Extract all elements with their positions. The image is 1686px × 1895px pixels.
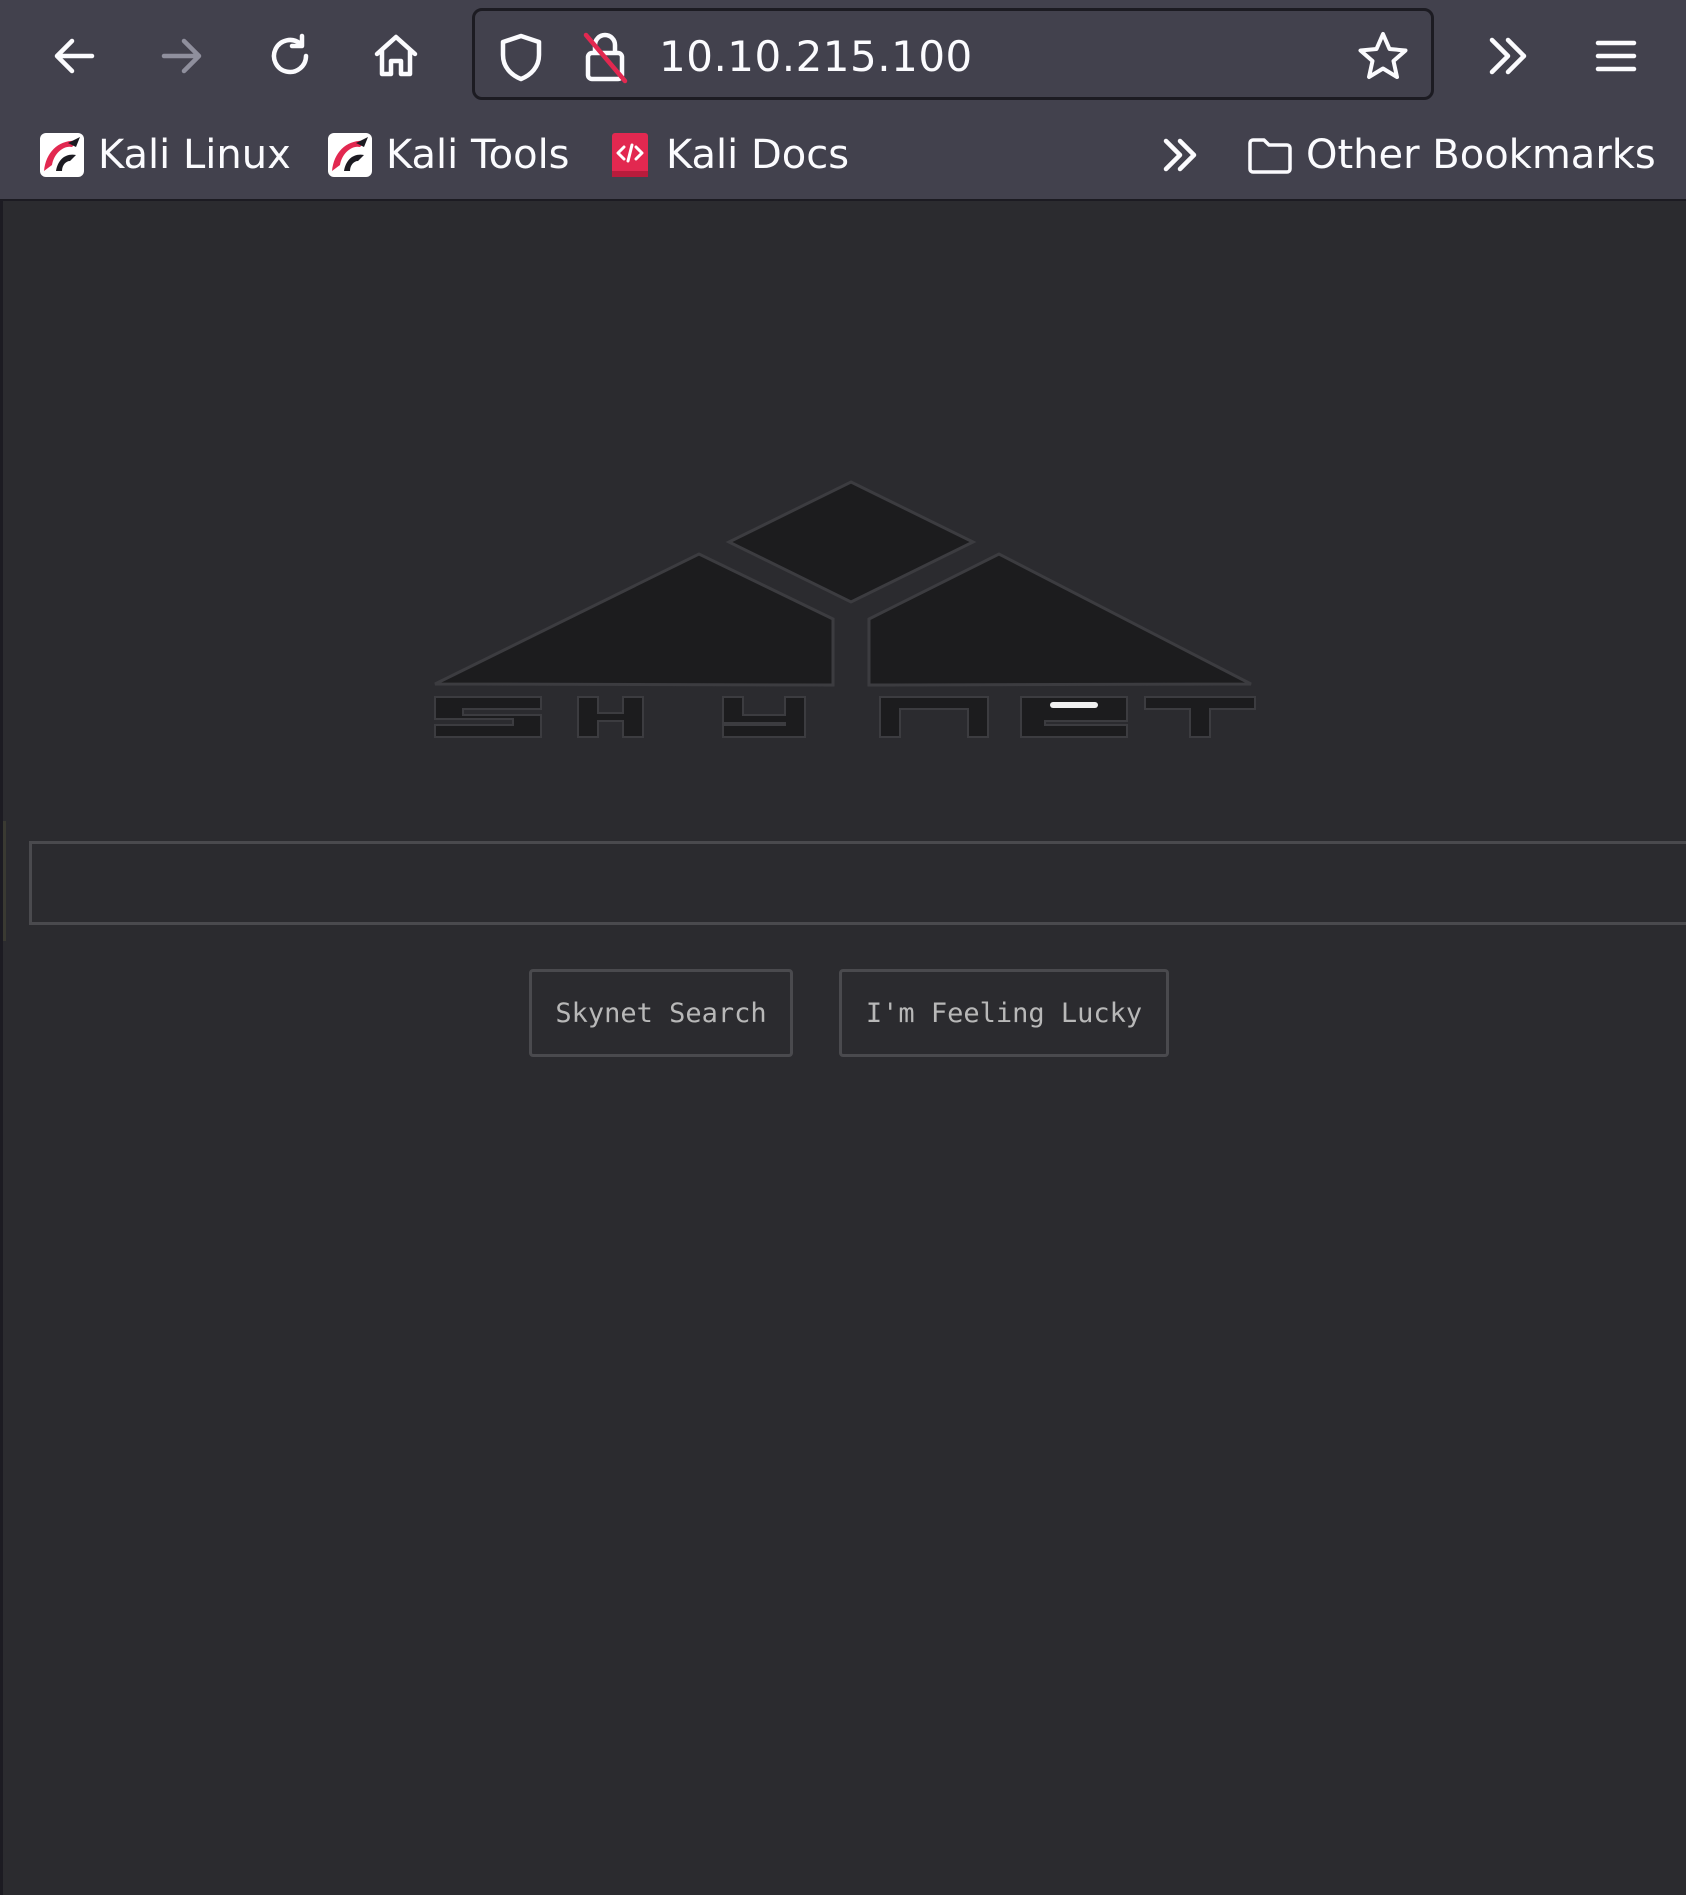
- home-icon: [374, 34, 418, 77]
- other-bookmarks-folder[interactable]: Other Bookmarks: [1246, 130, 1656, 180]
- insecure-lock-icon[interactable]: [579, 29, 631, 85]
- feeling-lucky-button[interactable]: I'm Feeling Lucky: [839, 969, 1169, 1057]
- home-button[interactable]: [364, 24, 428, 88]
- bookmark-label: Kali Docs: [666, 132, 850, 178]
- forward-button[interactable]: [150, 24, 214, 88]
- search-input[interactable]: [29, 841, 1686, 925]
- bookmark-label: Kali Tools: [386, 132, 570, 178]
- folder-icon: [1248, 138, 1292, 174]
- kali-docs-icon: [612, 133, 648, 177]
- chevrons-right-icon: [1163, 138, 1197, 172]
- url-text[interactable]: 10.10.215.100: [659, 29, 973, 85]
- bookmark-kali-tools[interactable]: Kali Tools: [326, 130, 570, 180]
- url-bar[interactable]: 10.10.215.100: [472, 8, 1434, 100]
- bookmark-kali-linux[interactable]: Kali Linux: [38, 130, 291, 180]
- tracking-protection-shield-icon[interactable]: [495, 31, 547, 83]
- app-menu-button[interactable]: [1584, 24, 1648, 88]
- bookmarks-toolbar: Kali Linux Kali Tools Kali Docs Other Bo…: [0, 112, 1686, 201]
- skynet-search-button[interactable]: Skynet Search: [529, 969, 793, 1057]
- other-bookmarks-label: Other Bookmarks: [1306, 132, 1656, 178]
- browser-window: 10.10.215.100 Kali Linux Kali Tools Kali…: [0, 0, 1686, 1895]
- bookmarks-overflow-button[interactable]: [1156, 130, 1204, 180]
- kali-dragon-icon: [40, 133, 84, 177]
- chevrons-right-icon: [1489, 37, 1527, 75]
- reload-button[interactable]: [258, 24, 322, 88]
- page-edge-marker: [3, 821, 6, 941]
- toolbar-overflow-button[interactable]: [1476, 24, 1540, 88]
- bookmark-star-icon[interactable]: [1355, 29, 1411, 85]
- back-arrow-icon: [54, 38, 95, 74]
- skynet-logo: [434, 480, 1256, 738]
- forward-arrow-icon: [161, 38, 202, 74]
- kali-dragon-icon: [328, 133, 372, 177]
- navigation-toolbar: 10.10.215.100: [0, 0, 1686, 112]
- bookmark-label: Kali Linux: [98, 132, 291, 178]
- page-content: Skynet Search I'm Feeling Lucky: [0, 201, 1686, 1895]
- back-button[interactable]: [42, 24, 106, 88]
- bookmark-kali-docs[interactable]: Kali Docs: [606, 130, 849, 180]
- hamburger-menu-icon: [1595, 40, 1637, 72]
- reload-icon: [271, 33, 309, 75]
